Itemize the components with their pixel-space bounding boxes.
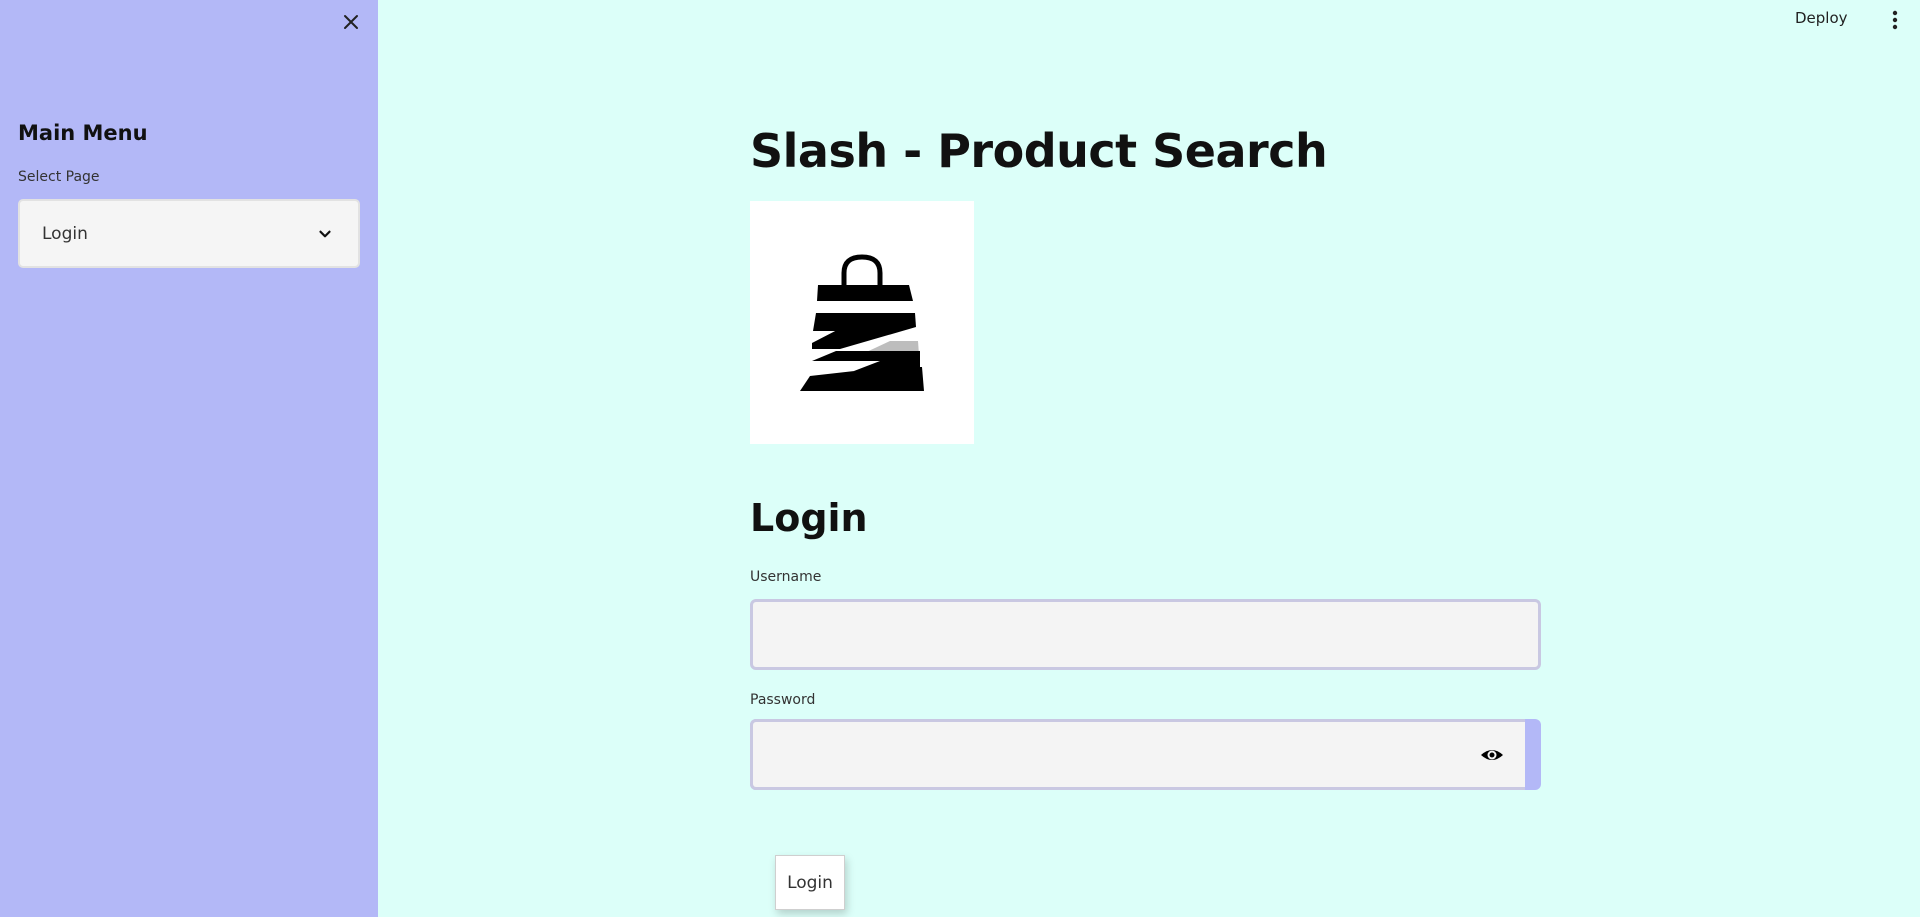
page-select[interactable]: Login [18, 199, 360, 268]
deploy-button[interactable]: Deploy [1795, 9, 1848, 27]
page-title: Slash - Product Search [750, 124, 1328, 178]
main-content: Deploy Slash - Product Search Login User… [378, 0, 1920, 917]
username-label: Username [750, 569, 822, 585]
shopping-bag-logo [800, 254, 924, 391]
close-icon[interactable] [339, 10, 363, 34]
eye-icon[interactable] [1480, 743, 1504, 767]
chevron-down-icon [319, 230, 331, 238]
page-select-value: Login [42, 224, 88, 244]
kebab-menu-icon[interactable] [1887, 8, 1903, 32]
main-menu-title: Main Menu [18, 121, 148, 145]
username-input[interactable] [750, 599, 1541, 670]
password-field [750, 719, 1541, 790]
select-page-label: Select Page [18, 169, 100, 185]
logo-image [750, 201, 974, 444]
password-label: Password [750, 692, 816, 708]
login-button[interactable]: Login [775, 855, 845, 910]
password-input[interactable] [750, 719, 1525, 790]
sidebar: Main Menu Select Page Login [0, 0, 378, 917]
login-heading: Login [750, 496, 868, 540]
